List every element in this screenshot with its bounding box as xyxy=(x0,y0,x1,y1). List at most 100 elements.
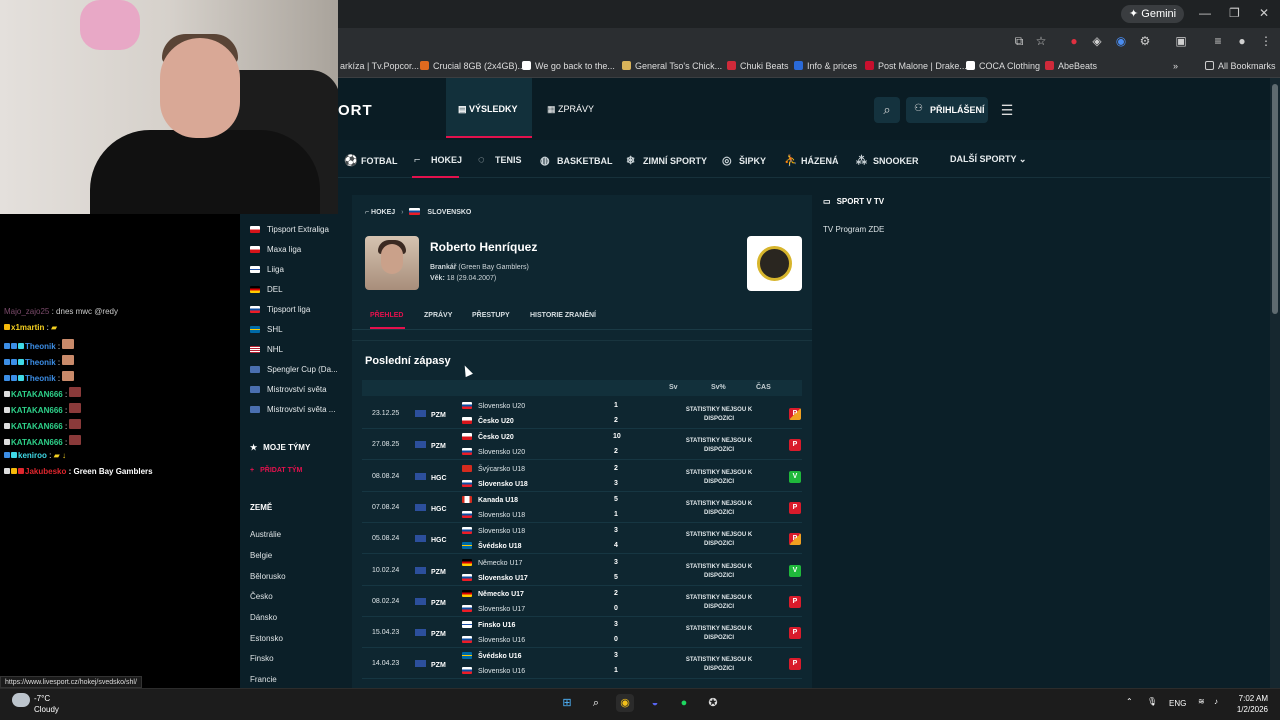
kebab-menu-icon[interactable]: ⋮ xyxy=(1259,34,1273,48)
spotify-icon[interactable]: ● xyxy=(675,694,693,712)
league-item[interactable]: Mistrovství světa xyxy=(250,385,327,394)
player-role: Brankář (Green Bay Gamblers) xyxy=(430,264,529,271)
tv-program-link[interactable]: TV Program ZDE xyxy=(823,225,884,234)
country-item[interactable]: Bělorusko xyxy=(250,572,286,581)
sport-hazena[interactable]: ⛹ HÁZENÁ xyxy=(784,154,839,167)
country-item[interactable]: Dánsko xyxy=(250,613,277,622)
chrome-icon[interactable]: ◉ xyxy=(616,694,634,712)
bookmark-4[interactable]: Chuki Beats xyxy=(727,61,789,71)
breadcrumb-country[interactable]: SLOVENSKO xyxy=(427,209,471,216)
flag-sk-icon xyxy=(409,208,421,215)
weather-temp[interactable]: -7°C xyxy=(34,694,50,703)
microphone-icon[interactable]: 🎙 xyxy=(1147,697,1157,706)
minimize-icon[interactable]: — xyxy=(1199,6,1211,20)
sport-more[interactable]: DALŠÍ SPORTY ⌄ xyxy=(950,154,1026,165)
breadcrumb-sport[interactable]: HOKEJ xyxy=(371,209,395,216)
league-item[interactable]: Spengler Cup (Da... xyxy=(250,365,338,374)
bookmark-5[interactable]: Info & prices xyxy=(794,61,857,71)
extension-red-icon[interactable]: ● xyxy=(1067,34,1081,48)
league-item[interactable]: Tipsport liga xyxy=(250,305,310,314)
league-item[interactable]: SHL xyxy=(250,325,283,334)
add-team-button[interactable]: + PŘIDAT TÝM xyxy=(250,467,302,474)
result-badge: V xyxy=(789,471,801,483)
search-icon[interactable]: ⌕ xyxy=(587,694,605,712)
chat-message: KATAKAN666 : xyxy=(4,435,82,447)
away-score: 0 xyxy=(614,605,618,612)
close-icon[interactable]: ✕ xyxy=(1259,6,1269,20)
tab-overview[interactable]: PŘEHLED xyxy=(370,312,403,319)
sidepanel-icon[interactable]: ▣ xyxy=(1174,34,1188,48)
league-item[interactable]: NHL xyxy=(250,345,283,354)
country-item[interactable]: Francie xyxy=(250,675,277,684)
sport-snooker[interactable]: ⁂ SNOOKER xyxy=(856,154,919,167)
bookmark-2[interactable]: We go back to the... xyxy=(522,61,615,71)
away-score: 1 xyxy=(614,667,618,674)
install-icon[interactable]: ⧉ xyxy=(1012,34,1026,48)
language-indicator[interactable]: ENG xyxy=(1169,699,1186,708)
profile-avatar-icon[interactable]: ● xyxy=(1235,34,1249,48)
bookmarks-overflow-icon[interactable]: » xyxy=(1173,61,1178,71)
bookmark-0[interactable]: arkíza | Tv.Popcor... xyxy=(340,61,419,71)
extension-blue-icon[interactable]: ◉ xyxy=(1114,34,1128,48)
player-age: Věk: 18 (29.04.2007) xyxy=(430,275,497,282)
badge-icon xyxy=(18,375,24,381)
league-item[interactable]: Mistrovství světa ... xyxy=(250,405,335,414)
scrollbar-thumb[interactable] xyxy=(1272,84,1278,314)
team-name: Švédsko U16 xyxy=(462,652,522,660)
flag-sk-icon xyxy=(462,636,472,643)
country-item[interactable]: Estonsko xyxy=(250,634,283,643)
search-button[interactable]: ⌕ xyxy=(874,97,900,123)
sport-fotbal[interactable]: ⚽ FOTBAL xyxy=(344,154,398,167)
bookmark-7[interactable]: COCA Clothing xyxy=(966,61,1040,71)
app-icon[interactable]: ✪ xyxy=(704,694,722,712)
bookmark-6[interactable]: Post Malone | Drake... xyxy=(865,61,967,71)
country-item[interactable]: Česko xyxy=(250,592,273,601)
sport-zimni[interactable]: ❄ ZIMNÍ SPORTY xyxy=(626,154,707,167)
league-item[interactable]: Maxa liga xyxy=(250,245,301,254)
wifi-icon[interactable]: ≋ xyxy=(1198,697,1205,706)
hamburger-menu-icon[interactable]: ☰ xyxy=(994,97,1020,123)
league-item[interactable]: DEL xyxy=(250,285,283,294)
discord-icon[interactable]: ◒ xyxy=(646,694,664,712)
flag-sk-icon xyxy=(462,448,472,455)
country-item[interactable]: Finsko xyxy=(250,654,274,663)
badge-icon xyxy=(4,359,10,365)
maximize-icon[interactable]: ❐ xyxy=(1229,6,1240,20)
webcam-overlay xyxy=(0,0,338,214)
gemini-button[interactable]: ✦ Gemini xyxy=(1121,5,1185,23)
sport-basketbal[interactable]: ◍ BASKETBAL xyxy=(540,154,613,167)
sport-hokej[interactable]: ⌐ HOKEJ xyxy=(414,154,462,166)
weather-cloud-icon[interactable] xyxy=(12,693,30,707)
site-logo[interactable]: ORT xyxy=(338,102,373,119)
tab-transfers[interactable]: PŘESTUPY xyxy=(472,312,510,319)
tray-chevron-up-icon[interactable]: ⌃ xyxy=(1126,697,1133,706)
home-score: 1 xyxy=(614,402,618,409)
clock-time[interactable]: 7:02 AM xyxy=(1236,694,1268,703)
bookmark-3[interactable]: General Tso's Chick... xyxy=(622,61,722,71)
world-icon xyxy=(415,598,426,605)
tab-injury-history[interactable]: HISTORIE ZRANĚNÍ xyxy=(530,312,596,319)
extension-icon[interactable]: ◈ xyxy=(1090,34,1104,48)
tab-news[interactable]: ▦ ZPRÁVY xyxy=(547,104,594,115)
tab-news[interactable]: ZPRÁVY xyxy=(424,312,452,319)
bookmark-8[interactable]: AbeBeats xyxy=(1045,61,1097,71)
clock-date[interactable]: 1/2/2026 xyxy=(1232,705,1268,714)
country-item[interactable]: Austrálie xyxy=(250,530,281,539)
country-item[interactable]: Belgie xyxy=(250,551,272,560)
media-icon[interactable]: ≡ xyxy=(1211,34,1225,48)
weather-desc[interactable]: Cloudy xyxy=(34,705,59,714)
tab-results-label[interactable]: ▤ VÝSLEDKY xyxy=(458,104,518,115)
sport-sipky[interactable]: ◎ ŠIPKY xyxy=(722,154,766,167)
result-badge: P xyxy=(789,439,801,451)
all-bookmarks[interactable]: All Bookmarks xyxy=(1205,61,1276,71)
volume-icon[interactable]: ♪ xyxy=(1214,697,1218,706)
league-item[interactable]: Liiga xyxy=(250,265,284,274)
star-icon[interactable]: ☆ xyxy=(1034,34,1048,48)
sport-tenis[interactable]: ◌ TENIS xyxy=(478,154,522,166)
team-logo[interactable] xyxy=(747,236,802,291)
league-item[interactable]: Tipsport Extraliga xyxy=(250,225,329,234)
puzzle-icon[interactable]: ⚙ xyxy=(1138,34,1152,48)
windows-start-icon[interactable]: ⊞ xyxy=(558,694,576,712)
team-name: Slovensko U20 xyxy=(462,402,525,410)
bookmark-1[interactable]: Crucial 8GB (2x4GB)... xyxy=(420,61,525,71)
